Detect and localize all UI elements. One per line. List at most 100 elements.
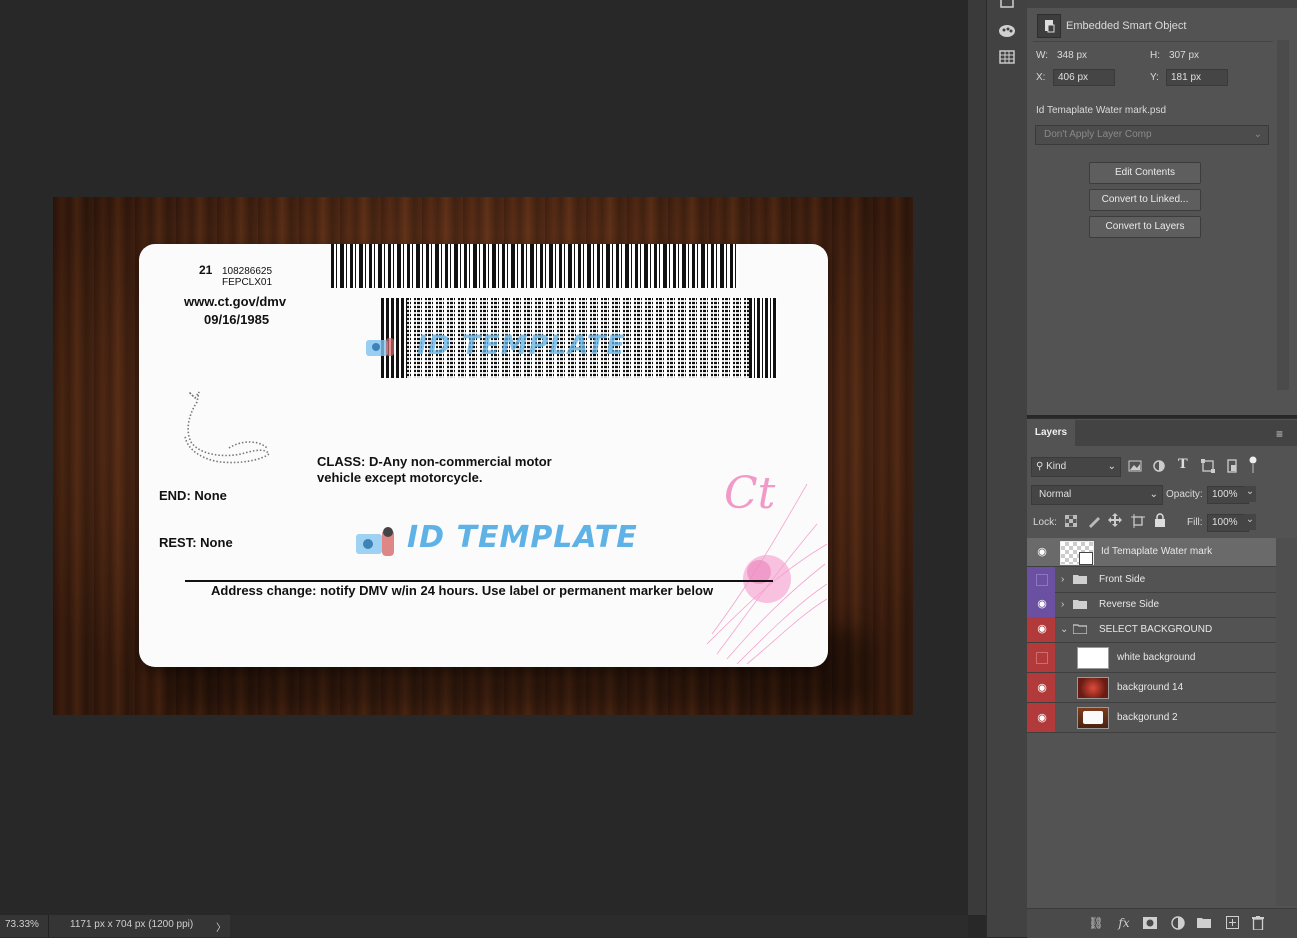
layer-row-reverse-side[interactable]: ◉ › Reverse Side (1027, 592, 1276, 618)
properties-divider (1033, 41, 1273, 42)
history-icon[interactable] (997, 0, 1017, 16)
zoom-level[interactable]: 73.33% (5, 919, 39, 930)
layer-row-select-background[interactable]: ◉ ⌄ SELECT BACKGROUND (1027, 617, 1276, 643)
filter-adjustment-icon[interactable] (1152, 459, 1166, 473)
convert-to-layers-button[interactable]: Convert to Layers (1089, 216, 1201, 238)
class-text-line1: CLASS: D-Any non-commercial motor (317, 454, 552, 469)
fill-field[interactable]: 100% (1207, 514, 1249, 532)
layer-thumbnail (1077, 647, 1109, 669)
width-label: W: (1036, 50, 1049, 61)
layers-scrollbar[interactable] (1276, 538, 1297, 906)
watermark-logo-icon (364, 334, 398, 360)
filter-toggle-icon[interactable] (1249, 456, 1257, 474)
lock-all-icon[interactable] (1154, 513, 1166, 527)
filter-shape-icon[interactable] (1201, 459, 1215, 473)
lock-label: Lock: (1033, 517, 1057, 528)
visibility-toggle[interactable]: ◉ (1027, 703, 1055, 732)
layer-row-background-14[interactable]: ◉ background 14 (1027, 673, 1276, 703)
address-note: Address change: notify DMV w/in 24 hours… (211, 583, 714, 598)
blend-mode-select[interactable]: Normal ⌄ (1031, 485, 1163, 505)
convert-to-linked-button[interactable]: Convert to Linked... (1089, 189, 1201, 211)
layer-name: Reverse Side (1099, 599, 1160, 610)
edit-contents-button[interactable]: Edit Contents (1089, 162, 1201, 184)
new-group-icon[interactable] (1195, 914, 1213, 932)
eye-icon: ◉ (1037, 598, 1047, 610)
eye-icon: ◉ (1037, 546, 1047, 558)
lock-artboard-icon[interactable] (1131, 514, 1145, 528)
visibility-toggle[interactable] (1027, 643, 1055, 672)
layer-row-watermark[interactable]: ◉ Id Temaplate Water mark (1027, 538, 1276, 567)
seal-letters: Ct (724, 468, 776, 519)
layer-row-white-background[interactable]: white background (1027, 643, 1276, 673)
visibility-toggle[interactable]: ◉ (1027, 538, 1055, 566)
layer-name: Id Temaplate Water mark (1101, 546, 1213, 557)
lock-transparent-pixels-icon[interactable] (1064, 514, 1078, 528)
chevron-right-icon[interactable]: › (1061, 592, 1064, 617)
layer-row-front-side[interactable]: › Front Side (1027, 567, 1276, 593)
chevron-right-icon[interactable]: › (1061, 567, 1064, 592)
linked-file-name: Id Temaplate Water mark.psd (1036, 105, 1167, 116)
visibility-toggle[interactable]: ◉ (1027, 673, 1055, 702)
swatches-grid-icon[interactable] (997, 48, 1017, 68)
layer-name: backgorund 2 (1117, 712, 1178, 723)
doc-number: 108286625 (222, 266, 273, 277)
filter-kind-value: Kind (1046, 461, 1067, 472)
layer-comp-value: Don't Apply Layer Comp (1044, 129, 1152, 140)
layer-comp-select[interactable]: Don't Apply Layer Comp ⌄ (1035, 125, 1269, 145)
document-info[interactable]: 1171 px x 704 px (1200 ppi) (70, 919, 193, 930)
status-arrow-icon[interactable]: 〉 (216, 919, 226, 934)
new-layer-icon[interactable] (1223, 914, 1241, 932)
link-layers-icon[interactable]: ⛓ (1087, 914, 1105, 932)
lock-image-pixels-icon[interactable] (1087, 514, 1101, 528)
folder-icon (1073, 599, 1087, 609)
chevron-down-icon: ⌄ (1253, 129, 1262, 140)
document-canvas[interactable]: 21 108286625 FEPCLX01 www.ct.gov/dmv 09/… (53, 197, 913, 715)
visibility-toggle[interactable] (1027, 567, 1055, 592)
layer-filter-kind-select[interactable]: ⚲ Kind ⌄ (1031, 457, 1121, 477)
filter-type-icon[interactable]: T (1178, 457, 1192, 473)
fx-effects-icon[interactable]: fx (1115, 914, 1133, 932)
filter-smart-object-icon[interactable] (1225, 459, 1239, 473)
class-text-line2: vehicle except motorcycle. (317, 470, 483, 485)
search-icon: ⚲ (1036, 461, 1044, 472)
opacity-chevron-icon[interactable]: ⌄ (1244, 486, 1256, 502)
y-position-field[interactable]: 181 px (1166, 69, 1228, 86)
fill-label: Fill: (1187, 517, 1203, 528)
eye-hidden-icon (1036, 652, 1048, 664)
color-palette-icon[interactable] (997, 21, 1017, 41)
filter-pixel-icon[interactable] (1128, 459, 1142, 473)
layers-tabbar (1075, 420, 1297, 446)
add-mask-icon[interactable] (1141, 914, 1159, 932)
address-divider (185, 580, 773, 582)
x-label: X: (1036, 72, 1046, 83)
x-position-field[interactable]: 406 px (1053, 69, 1115, 86)
fill-chevron-icon[interactable]: ⌄ (1244, 514, 1256, 530)
width-value[interactable]: 348 px (1057, 50, 1087, 61)
watermark-text-top: ID TEMPLATE (417, 330, 626, 361)
properties-scrollbar[interactable] (1277, 40, 1289, 390)
new-adjustment-layer-icon[interactable] (1169, 914, 1187, 932)
lock-position-icon[interactable] (1108, 513, 1122, 527)
vertical-scrollbar[interactable] (968, 0, 986, 915)
endorsements: END: None (159, 488, 227, 503)
height-value[interactable]: 307 px (1169, 50, 1199, 61)
panel-menu-icon[interactable]: ≡ (1276, 427, 1283, 441)
opacity-label: Opacity: (1166, 489, 1203, 500)
chevron-down-icon[interactable]: ⌄ (1060, 617, 1068, 642)
smart-object-icon (1037, 14, 1061, 38)
layer-name: SELECT BACKGROUND (1099, 624, 1213, 635)
smart-object-badge-icon (1079, 552, 1093, 565)
eye-icon: ◉ (1037, 712, 1047, 724)
horizontal-scrollbar[interactable] (230, 915, 968, 937)
opacity-field[interactable]: 100% (1207, 486, 1249, 504)
license-card-back: 21 108286625 FEPCLX01 www.ct.gov/dmv 09/… (139, 244, 828, 667)
layer-row-background-2[interactable]: ◉ backgorund 2 (1027, 703, 1276, 733)
eye-hidden-icon (1036, 574, 1048, 586)
visibility-toggle[interactable]: ◉ (1027, 592, 1055, 617)
delete-layer-icon[interactable] (1249, 914, 1267, 932)
visibility-toggle[interactable]: ◉ (1027, 617, 1055, 642)
status-bar: 73.33% 1171 px x 704 px (1200 ppi) 〉 (0, 915, 968, 937)
tab-layers[interactable]: Layers (1027, 420, 1075, 446)
watermark-text-center: ID TEMPLATE (407, 520, 638, 555)
layer-thumbnail (1077, 707, 1109, 729)
